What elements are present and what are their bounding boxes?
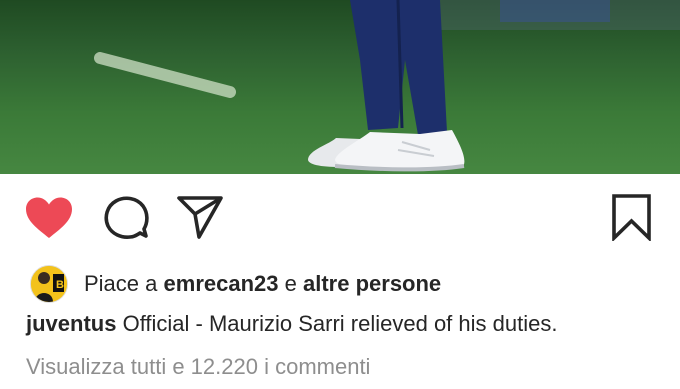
action-bar [0,174,680,260]
likes-connector: e [284,271,297,296]
others-link[interactable]: altre persone [303,271,441,296]
post-caption: juventus Official - Maurizio Sarri relie… [26,311,557,337]
post-photo-illustration [94,0,680,172]
view-comments-link[interactable]: Visualizza tutti e 12.220 i commenti [26,354,370,380]
comment-bubble-icon[interactable] [102,195,150,246]
likes-summary: Piace a emrecan23 e altre persone [84,271,441,297]
bookmark-icon[interactable] [611,193,653,246]
send-arrow-icon[interactable] [176,194,224,245]
heart-filled-icon[interactable] [24,196,74,245]
caption-text: Official - Maurizio Sarri relieved of hi… [122,311,558,336]
post-photo[interactable] [0,0,680,174]
avatar[interactable]: B [30,265,68,303]
liker-username[interactable]: emrecan23 [164,271,279,296]
likes-prefix: Piace a [84,271,158,296]
likes-row: B Piace a emrecan23 e altre persone [30,264,660,304]
svg-text:B: B [56,279,64,291]
caption-username[interactable]: juventus [26,311,116,336]
